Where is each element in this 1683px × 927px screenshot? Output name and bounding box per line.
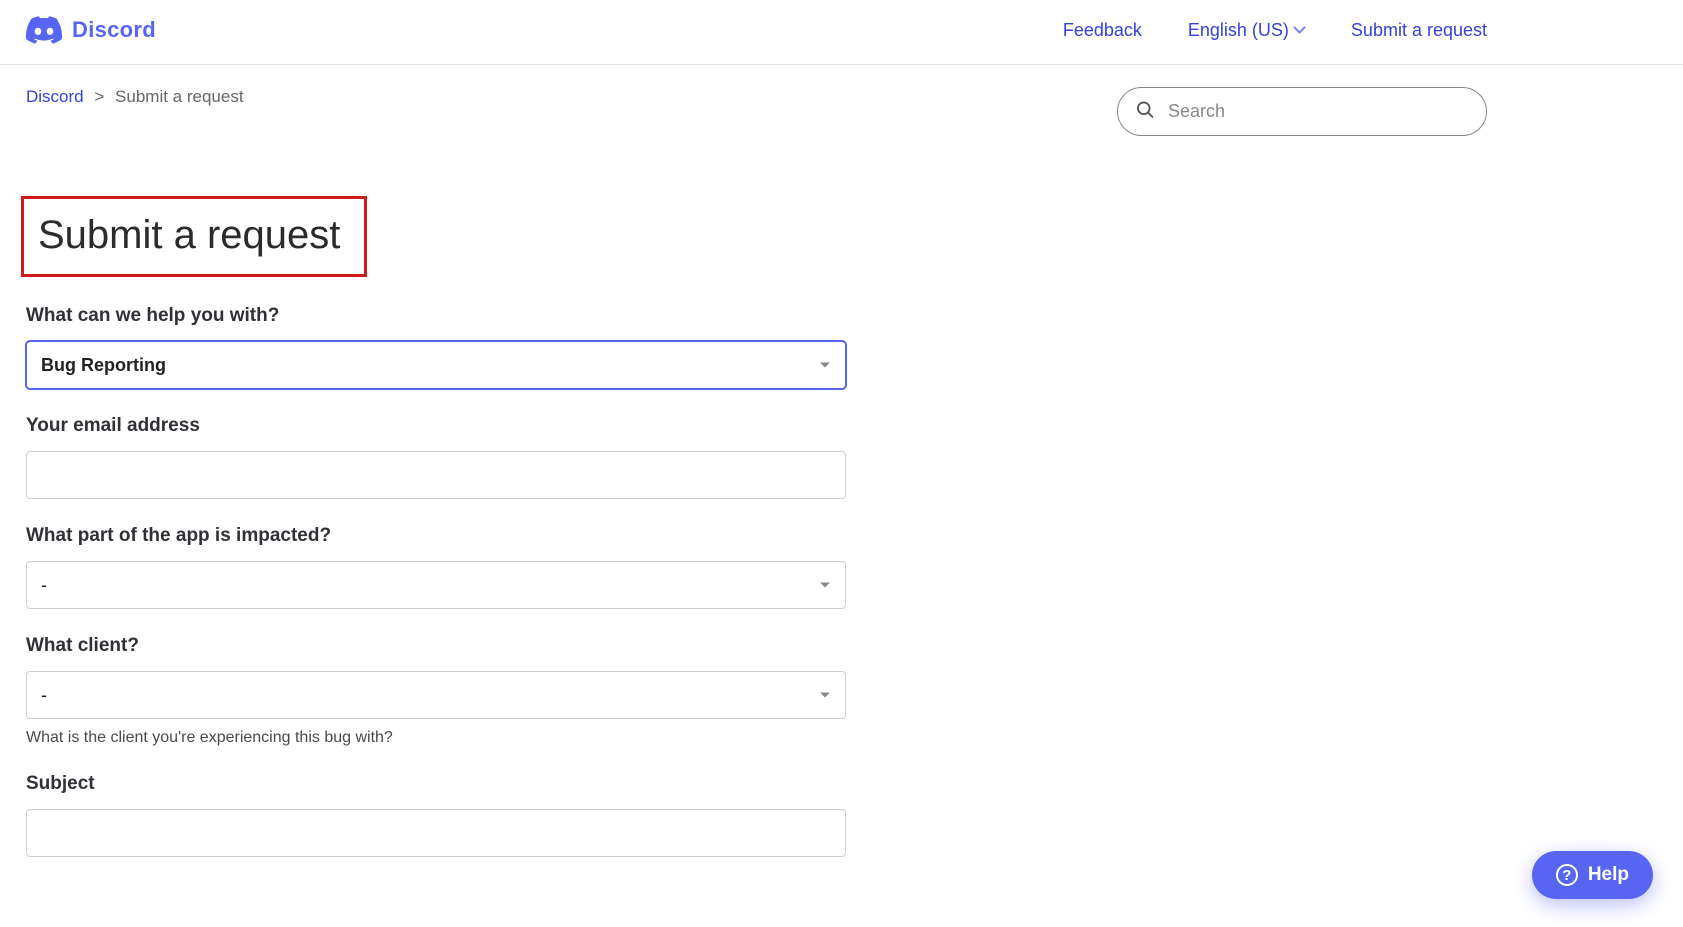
search-icon [1135,99,1155,124]
request-form: What can we help you with? Bug Reporting… [26,305,846,857]
caret-down-icon [820,583,830,588]
help-icon: ? [1556,864,1578,886]
app-part-select[interactable]: - [26,561,846,609]
brand-name: Discord [72,17,156,43]
help-with-select[interactable]: Bug Reporting [26,341,846,389]
discord-icon [26,16,62,44]
language-selector[interactable]: English (US) [1188,20,1305,41]
email-label: Your email address [26,415,846,437]
field-app-part: What part of the app is impacted? - [26,525,846,609]
caret-down-icon [820,363,830,368]
app-part-label: What part of the app is impacted? [26,525,846,547]
help-with-value: Bug Reporting [41,355,166,376]
top-header: Discord Feedback English (US) Submit a r… [0,0,1683,65]
subject-input[interactable] [26,809,846,857]
page-title-highlight: Submit a request [21,196,367,277]
language-label: English (US) [1188,20,1289,41]
search-input[interactable] [1117,87,1487,136]
help-label: Help [1588,864,1629,886]
field-help-with: What can we help you with? Bug Reporting [26,305,846,389]
feedback-link[interactable]: Feedback [1063,20,1142,41]
breadcrumb-home[interactable]: Discord [26,87,84,106]
client-label: What client? [26,635,846,657]
page-content: Submit a request What can we help you wi… [0,136,1683,857]
client-value: - [41,685,47,706]
page-title: Submit a request [38,213,340,258]
chevron-down-icon [1295,23,1305,33]
search-container [1117,87,1487,136]
submit-request-link[interactable]: Submit a request [1351,20,1487,41]
client-select[interactable]: - [26,671,846,719]
app-part-value: - [41,575,47,596]
breadcrumb: Discord > Submit a request [26,87,244,107]
breadcrumb-separator: > [94,87,104,106]
email-input[interactable] [26,451,846,499]
breadcrumb-current: Submit a request [115,87,244,106]
client-hint: What is the client you're experiencing t… [26,729,846,747]
field-client: What client? - What is the client you're… [26,635,846,747]
field-subject: Subject [26,773,846,857]
caret-down-icon [820,693,830,698]
top-nav: Feedback English (US) Submit a request [1063,20,1657,41]
help-with-label: What can we help you with? [26,305,846,327]
brand-logo[interactable]: Discord [26,16,156,44]
field-email: Your email address [26,415,846,499]
subheader-row: Discord > Submit a request [0,65,1683,136]
help-button[interactable]: ? Help [1532,851,1653,899]
subject-label: Subject [26,773,846,795]
